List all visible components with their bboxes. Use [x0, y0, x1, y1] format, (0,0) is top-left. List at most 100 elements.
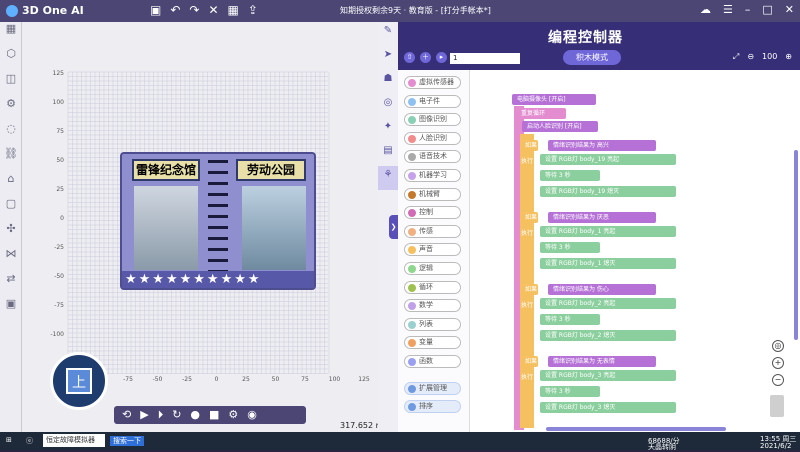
rgb-on-block[interactable]: 设置 RGB灯 body_3 亮起	[540, 370, 676, 381]
compass-icon[interactable]: ✣	[0, 222, 22, 247]
search-button[interactable]: 搜索一下	[110, 436, 144, 446]
robot-icon[interactable]: ☗	[378, 70, 398, 94]
if-block[interactable]: 如果	[520, 284, 538, 295]
swap-icon[interactable]: ⇄	[0, 272, 22, 297]
face-recognition-block[interactable]: 启动人脸识别 [开启]	[522, 121, 598, 132]
grid-tools-icon[interactable]: ▦	[228, 3, 239, 17]
play-next-icon[interactable]: ⏵	[158, 406, 164, 424]
stop-icon[interactable]: ■	[209, 406, 219, 424]
wait-block[interactable]: 等待 3 秒	[540, 314, 600, 325]
category-item[interactable]: 逻辑	[404, 262, 461, 275]
tube-icon[interactable]: ◌	[0, 122, 22, 147]
category-item[interactable]: 图像识别	[404, 113, 461, 127]
play-icon[interactable]: ▶	[140, 406, 148, 424]
ie-icon[interactable]: ⓔ	[26, 436, 33, 446]
camera-block[interactable]: 电脑摄像头 [开启]	[512, 94, 596, 105]
bot-icon[interactable]: ◎	[378, 94, 398, 118]
code-icon[interactable]: ⚘	[378, 166, 398, 190]
category-item[interactable]: 控制	[404, 206, 461, 220]
link-icon[interactable]: ⛓	[0, 147, 22, 172]
if-block[interactable]: 如果	[520, 140, 538, 151]
rgb-on-block[interactable]: 设置 RGB灯 body_2 亮起	[540, 298, 676, 309]
settings-icon[interactable]: ⚙	[228, 406, 238, 424]
zoom-out-icon[interactable]: −	[772, 374, 784, 386]
emotion-condition-block[interactable]: 情绪识别结果为 高兴	[548, 140, 656, 151]
block-workspace[interactable]: 电脑摄像头 [开启] 重复循环 启动人脸识别 [开启] 如果 情绪识别结果为 高兴 执行设…	[470, 70, 800, 432]
undo-icon[interactable]: ↶	[170, 3, 180, 17]
palette-button[interactable]: 扩展管理	[404, 382, 461, 395]
trash-icon[interactable]	[770, 395, 784, 417]
if-block[interactable]: 如果	[520, 212, 538, 223]
emotion-condition-block[interactable]: 情绪识别结果为 伤心	[548, 284, 656, 295]
category-item[interactable]: 语音技术	[404, 150, 461, 164]
category-item[interactable]: 声音	[404, 243, 461, 257]
category-item[interactable]: 传感	[404, 224, 461, 238]
wait-block[interactable]: 等待 3 秒	[540, 386, 600, 397]
category-item[interactable]: 列表	[404, 317, 461, 331]
save-icon[interactable]: ▣	[150, 3, 161, 17]
category-item[interactable]: 变量	[404, 336, 461, 350]
loop-block[interactable]: 重复循环	[516, 108, 566, 119]
wait-block[interactable]: 等待 3 秒	[540, 242, 600, 253]
rgb-off-block[interactable]: 设置 RGB灯 body_1 熄灭	[540, 258, 676, 269]
camera-icon[interactable]: ◉	[247, 406, 257, 424]
category-item[interactable]: 人脸识别	[404, 131, 461, 145]
view-cube-button[interactable]: 上	[50, 352, 108, 410]
record-icon[interactable]: ●	[190, 406, 200, 424]
emotion-condition-block[interactable]: 情绪识别结果为 无表情	[548, 356, 656, 367]
category-item[interactable]: 机械臂	[404, 187, 461, 201]
paint-icon[interactable]: ✎	[378, 22, 398, 46]
upload-icon[interactable]: ⇧	[404, 52, 415, 63]
rgb-off-block[interactable]: 设置 RGB灯 body_19 熄灭	[540, 186, 676, 197]
mode-toggle-button[interactable]: 积木模式	[563, 50, 621, 65]
maximize-button[interactable]: □	[762, 3, 772, 16]
minimize-button[interactable]: –	[745, 3, 751, 16]
rgb-on-block[interactable]: 设置 RGB灯 body_19 亮起	[540, 154, 676, 165]
windows-icon[interactable]: ⊞	[6, 436, 12, 444]
rgb-off-block[interactable]: 设置 RGB灯 body_3 熄灭	[540, 402, 676, 413]
send-icon[interactable]: ➤	[378, 46, 398, 70]
menu-icon[interactable]: ☰	[723, 3, 733, 16]
workspace-scrollbar[interactable]	[794, 150, 798, 340]
emotion-condition-block[interactable]: 情绪识别结果为 厌恶	[548, 212, 656, 223]
category-item[interactable]: 机器学习	[404, 169, 461, 182]
3d-canvas[interactable]: 125 100 75 50 25 0 -25 -50 -75 -100 -75 -50 -25 0 25 50…	[22, 22, 378, 432]
category-item[interactable]: 循环	[404, 280, 461, 294]
category-item[interactable]: 虚拟传感器	[404, 76, 461, 89]
hexagon-icon[interactable]: ⬡	[0, 47, 22, 72]
horizontal-scrollbar[interactable]	[546, 427, 726, 431]
step-icon[interactable]: ⟲	[122, 406, 131, 424]
new-icon[interactable]: ＋	[420, 52, 431, 63]
rgb-on-block[interactable]: 设置 RGB灯 body_1 亮起	[540, 226, 676, 237]
palette-button[interactable]: 排序	[404, 400, 461, 413]
network-icon[interactable]: ⋈	[0, 247, 22, 272]
account-icon[interactable]: ☁	[700, 3, 711, 16]
if-block[interactable]: 如果	[520, 356, 538, 367]
rgb-off-block[interactable]: 设置 RGB灯 body_2 熄灭	[540, 330, 676, 341]
gamepad-icon[interactable]: ✦	[378, 118, 398, 142]
category-item[interactable]: 数学	[404, 299, 461, 313]
run-icon[interactable]: ▸	[436, 52, 447, 63]
zoom-in-icon[interactable]: ⊕	[785, 52, 792, 62]
cancel-icon[interactable]: ✕	[208, 3, 218, 17]
frame-icon[interactable]: ▢	[0, 197, 22, 222]
grid-icon[interactable]: ▦	[0, 22, 22, 47]
collapse-panel-button[interactable]: ❯	[389, 215, 398, 239]
locate-icon[interactable]: ◎	[772, 340, 784, 352]
gear-icon[interactable]: ⚙	[0, 97, 22, 122]
chip-icon[interactable]: ▤	[378, 142, 398, 166]
close-button[interactable]: ✕	[785, 3, 794, 16]
photo-card[interactable]: 雷锋纪念馆 劳动公园 ★★★★★★★★★★	[120, 152, 316, 290]
redo-icon[interactable]: ↷	[189, 3, 199, 17]
wait-block[interactable]: 等待 3 秒	[540, 170, 600, 181]
category-item[interactable]: 函数	[404, 355, 461, 368]
taskbar-search[interactable]: 恒定故障模拟器	[43, 434, 105, 447]
zoom-in-icon[interactable]: +	[772, 357, 784, 369]
reset-icon[interactable]: ↻	[172, 406, 181, 424]
box-icon[interactable]: ▣	[0, 297, 22, 322]
share-icon[interactable]: ⇪	[248, 3, 258, 17]
tree-icon[interactable]: ⌂	[0, 172, 22, 197]
fit-icon[interactable]: ⤢	[733, 52, 739, 62]
cube-icon[interactable]: ◫	[0, 72, 22, 97]
block-select[interactable]: 1	[450, 53, 520, 64]
